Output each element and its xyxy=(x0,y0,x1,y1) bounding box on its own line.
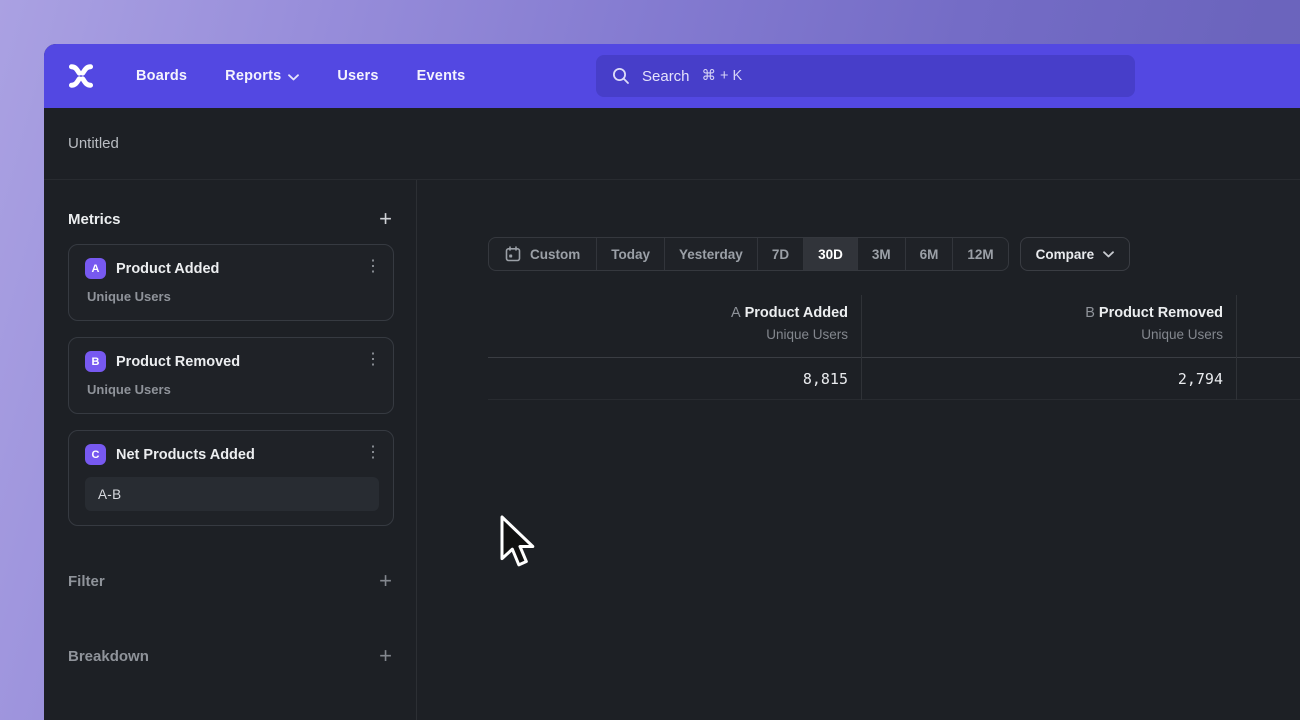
metric-badge-c: C xyxy=(85,444,106,465)
nav-item-boards[interactable]: Boards xyxy=(136,68,187,84)
metric-badge-a: A xyxy=(85,258,106,279)
range-7d[interactable]: 7D xyxy=(757,238,803,270)
column-letter: B xyxy=(1085,305,1095,321)
calendar-icon xyxy=(505,246,521,262)
mixpanel-logo-icon[interactable] xyxy=(66,61,96,91)
cell-value[interactable]: 2,794 xyxy=(862,358,1236,400)
doc-header: Untitled xyxy=(44,108,1300,180)
chevron-down-icon xyxy=(288,74,299,81)
search-input[interactable]: Search ⌘ + K xyxy=(596,55,1135,97)
top-nav: Boards Reports Users Events Search ⌘ + K xyxy=(44,44,1300,108)
metric-card-a[interactable]: A Product Added Unique Users ⋮ xyxy=(68,244,394,321)
metric-card-c[interactable]: C Net Products Added A-B ⋮ xyxy=(68,430,394,526)
compare-button[interactable]: Compare xyxy=(1020,237,1131,271)
cell-value[interactable]: 8,815 xyxy=(488,358,861,400)
formula-input[interactable]: A-B xyxy=(85,477,379,511)
filter-section: Filter + xyxy=(68,572,394,590)
metric-menu-icon[interactable]: ⋮ xyxy=(365,352,381,368)
metric-name: Product Added xyxy=(116,261,219,277)
nav-item-reports-label: Reports xyxy=(225,68,281,84)
nav-item-boards-label: Boards xyxy=(136,68,187,84)
range-custom[interactable]: Custom xyxy=(489,238,596,270)
main-content: Custom Today Yesterday 7D 30D 3M 6M 12M … xyxy=(417,180,1300,720)
range-3m[interactable]: 3M xyxy=(857,238,905,270)
nav-item-events[interactable]: Events xyxy=(417,68,466,84)
nav-item-reports[interactable]: Reports xyxy=(225,68,299,84)
metrics-header: Metrics + xyxy=(68,210,394,228)
nav-items: Boards Reports Users Events xyxy=(136,68,465,84)
range-6m[interactable]: 6M xyxy=(905,238,953,270)
metric-badge-b: B xyxy=(85,351,106,372)
metric-subtitle[interactable]: Unique Users xyxy=(87,382,379,397)
add-metric-button[interactable]: + xyxy=(377,210,394,228)
metrics-title: Metrics xyxy=(68,211,121,228)
metric-name: Net Products Added xyxy=(116,447,255,463)
metric-subtitle[interactable]: Unique Users xyxy=(87,289,379,304)
column-title: Product Removed xyxy=(1099,305,1223,321)
add-filter-button[interactable]: + xyxy=(377,572,394,590)
page-title[interactable]: Untitled xyxy=(68,135,119,152)
column-title: Product Added xyxy=(745,305,848,321)
breakdown-section: Breakdown + xyxy=(68,647,394,665)
column-header[interactable]: BProduct Removed Unique Users xyxy=(862,295,1236,358)
table-column-b: BProduct Removed Unique Users 2,794 xyxy=(862,295,1237,400)
metric-menu-icon[interactable]: ⋮ xyxy=(365,259,381,275)
results-table: AProduct Added Unique Users 8,815 BProdu… xyxy=(488,295,1300,400)
chevron-down-icon xyxy=(1103,251,1114,258)
nav-item-users[interactable]: Users xyxy=(337,68,378,84)
range-today[interactable]: Today xyxy=(596,238,664,270)
add-breakdown-button[interactable]: + xyxy=(377,647,394,665)
search-shortcut: ⌘ + K xyxy=(702,68,743,84)
date-range-control: Custom Today Yesterday 7D 30D 3M 6M 12M xyxy=(488,237,1009,271)
app-window: Boards Reports Users Events Search ⌘ + K… xyxy=(44,44,1300,720)
column-header[interactable]: AProduct Added Unique Users xyxy=(488,295,861,358)
compare-label: Compare xyxy=(1036,247,1095,262)
breakdown-label: Breakdown xyxy=(68,648,149,665)
metric-menu-icon[interactable]: ⋮ xyxy=(365,445,381,461)
range-custom-label: Custom xyxy=(530,247,580,262)
range-12m[interactable]: 12M xyxy=(952,238,1007,270)
date-toolbar: Custom Today Yesterday 7D 30D 3M 6M 12M … xyxy=(488,237,1300,271)
search-placeholder: Search xyxy=(642,68,690,85)
nav-item-users-label: Users xyxy=(337,68,378,84)
range-30d-selected[interactable]: 30D xyxy=(803,238,857,270)
column-letter: A xyxy=(731,305,741,321)
table-column-c xyxy=(1237,295,1300,400)
column-subtitle: Unique Users xyxy=(862,324,1223,345)
filter-label: Filter xyxy=(68,573,105,590)
search-icon xyxy=(612,67,630,85)
sidebar: Metrics + A Product Added Unique Users ⋮… xyxy=(44,180,417,720)
metric-name: Product Removed xyxy=(116,354,240,370)
column-subtitle: Unique Users xyxy=(488,324,848,345)
range-yesterday[interactable]: Yesterday xyxy=(664,238,757,270)
metric-card-b[interactable]: B Product Removed Unique Users ⋮ xyxy=(68,337,394,414)
table-column-a: AProduct Added Unique Users 8,815 xyxy=(488,295,862,400)
nav-item-events-label: Events xyxy=(417,68,466,84)
